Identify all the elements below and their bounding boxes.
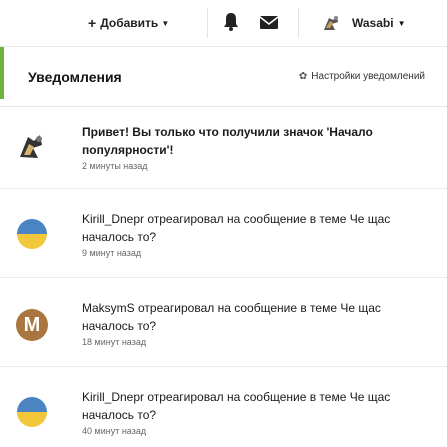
notification-text: MaksymS отреагировал на сообщение в теме… — [82, 301, 381, 333]
divider — [207, 8, 208, 38]
notifications-panel: Уведомления ✿ Настройки уведомлений Прив… — [0, 46, 447, 447]
accent-bar — [0, 47, 4, 99]
list-item[interactable]: M MaksymS отреагировал на сообщение в те… — [0, 279, 447, 367]
add-button-label: Добавить — [100, 16, 159, 30]
notification-time: 18 минут назад — [82, 337, 147, 347]
badge-icon — [20, 135, 42, 158]
add-button[interactable]: + Добавить ▼ — [88, 14, 169, 32]
page-title: Уведомления — [28, 69, 122, 85]
notification-text: Kirill_Dnepr отреагировал на сообщение в… — [82, 390, 391, 422]
user-menu[interactable]: Wasabi ▼ — [320, 10, 406, 36]
notification-time: 40 минут назад — [82, 426, 147, 436]
avatar — [17, 397, 47, 427]
chevron-down-icon: ▼ — [161, 18, 170, 28]
notification-time: 2 минуты назад — [82, 161, 148, 171]
bell-icon[interactable] — [222, 12, 240, 32]
notification-text: Привет! Вы только что получили значок 'Н… — [82, 125, 373, 157]
avatar: M — [16, 309, 48, 341]
envelope-icon[interactable] — [259, 14, 279, 30]
list-item[interactable]: Привет! Вы только что получили значок 'Н… — [0, 109, 447, 189]
avatar — [17, 219, 47, 249]
list-item[interactable]: Kirill_Dnepr отреагировал на сообщение в… — [0, 190, 447, 278]
avatar — [324, 16, 338, 30]
divider — [298, 8, 299, 38]
plus-icon: + — [88, 15, 97, 31]
chevron-down-icon: ▼ — [397, 18, 406, 28]
top-navigation: + Добавить ▼ Wasabi ▼ — [0, 0, 447, 46]
notification-text: Kirill_Dnepr отреагировал на сообщение в… — [82, 212, 391, 244]
panel-header: Уведомления ✿ Настройки уведомлений — [0, 47, 447, 107]
list-item[interactable]: Kirill_Dnepr отреагировал на сообщение в… — [0, 368, 447, 447]
gear-icon: ✿ — [298, 71, 308, 82]
notification-time: 9 минут назад — [82, 248, 142, 258]
settings-label: Настройки уведомлений — [311, 71, 425, 82]
notification-settings-link[interactable]: ✿ Настройки уведомлений — [299, 71, 425, 82]
user-name: Wasabi — [352, 16, 394, 30]
